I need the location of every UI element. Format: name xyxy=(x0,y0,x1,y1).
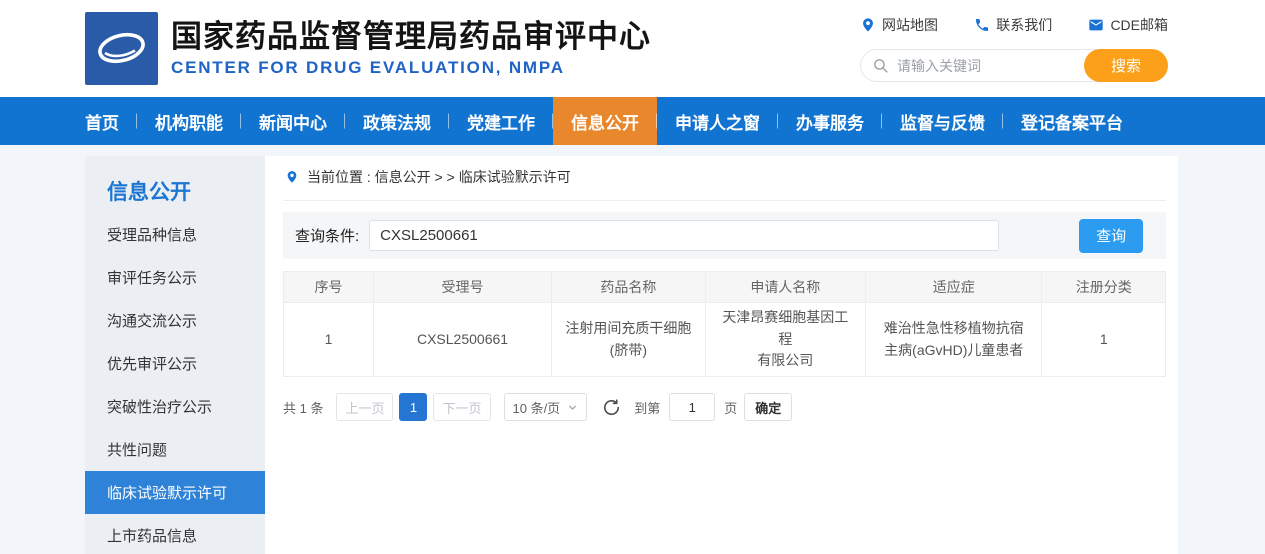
next-page-button[interactable]: 下一页 xyxy=(433,393,490,421)
nav-item-home[interactable]: 首页 xyxy=(67,97,137,145)
cell-indication: 难治性急性移植物抗宿 主病(aGvHD)儿童患者 xyxy=(866,303,1042,377)
cell-serial-number: 1 xyxy=(284,303,374,377)
col-serial-number: 序号 xyxy=(284,272,374,303)
pagination: 共 1 条 上一页 1 下一页 10 条/页 到第 页 确定 xyxy=(283,393,1166,421)
query-input[interactable] xyxy=(369,220,999,251)
main-panel: 当前位置 : 信息公开 > > 临床试验默示许可 查询条件: 查询 序号 受理号… xyxy=(265,156,1178,554)
sidebar-item-common-issues[interactable]: 共性问题 xyxy=(85,428,265,471)
contact-link-label: 联系我们 xyxy=(996,15,1052,35)
sidebar-item-clinical-trial-implied-license[interactable]: 临床试验默示许可 xyxy=(85,471,265,514)
pagination-total: 共 1 条 xyxy=(283,398,323,417)
brand-home-link[interactable]: 国家药品监督管理局药品审评中心 CENTER FOR DRUG EVALUATI… xyxy=(85,12,651,85)
sidebar-item-accepted-varieties[interactable]: 受理品种信息 xyxy=(85,213,265,256)
mailbox-link[interactable]: CDE邮箱 xyxy=(1088,15,1168,35)
nav-item-supervision-feedback[interactable]: 监督与反馈 xyxy=(882,97,1003,145)
cde-logo-icon xyxy=(85,12,158,85)
nav-item-news[interactable]: 新闻中心 xyxy=(241,97,345,145)
phone-icon xyxy=(974,17,990,33)
sitemap-link[interactable]: 网站地图 xyxy=(860,15,938,35)
table-header-row: 序号 受理号 药品名称 申请人名称 适应症 注册分类 xyxy=(284,272,1166,303)
nav-item-services[interactable]: 办事服务 xyxy=(778,97,882,145)
quick-links: 网站地图 联系我们 CDE邮箱 xyxy=(860,15,1168,35)
page-size-select[interactable]: 10 条/页 xyxy=(504,393,588,421)
nav-item-registration-platform[interactable]: 登记备案平台 xyxy=(1003,97,1141,145)
col-drug-name: 药品名称 xyxy=(552,272,705,303)
page-size-value: 10 条/页 xyxy=(513,398,561,417)
col-indication: 适应症 xyxy=(866,272,1042,303)
chevron-down-icon xyxy=(567,402,578,413)
sidebar-item-communication[interactable]: 沟通交流公示 xyxy=(85,299,265,342)
sidebar-item-breakthrough-therapy[interactable]: 突破性治疗公示 xyxy=(85,385,265,428)
sidebar-item-review-tasks[interactable]: 审评任务公示 xyxy=(85,256,265,299)
site-search: 搜索 xyxy=(860,49,1168,82)
site-subtitle: CENTER FOR DRUG EVALUATION, NMPA xyxy=(171,58,651,78)
sidebar-title: 信息公开 xyxy=(85,156,265,213)
cell-drug-name: 注射用间充质干细胞 (脐带) xyxy=(552,303,705,377)
main-nav: 首页 机构职能 新闻中心 政策法规 党建工作 信息公开 申请人之窗 办事服务 监… xyxy=(0,97,1265,145)
search-button[interactable]: 搜索 xyxy=(1084,49,1168,82)
query-button[interactable]: 查询 xyxy=(1079,219,1143,253)
location-pin-icon xyxy=(860,17,876,33)
nav-item-functions[interactable]: 机构职能 xyxy=(137,97,241,145)
query-label: 查询条件: xyxy=(295,225,359,246)
page-background: 信息公开 受理品种信息 审评任务公示 沟通交流公示 优先审评公示 突破性治疗公示… xyxy=(0,145,1265,554)
location-pin-icon xyxy=(285,169,299,185)
col-applicant-name: 申请人名称 xyxy=(705,272,866,303)
page-unit-label: 页 xyxy=(724,398,737,417)
contact-link[interactable]: 联系我们 xyxy=(974,15,1052,35)
nav-item-info-disclosure[interactable]: 信息公开 xyxy=(553,97,657,145)
breadcrumb-text: 当前位置 : 信息公开 > > 临床试验默示许可 xyxy=(307,167,571,187)
breadcrumb: 当前位置 : 信息公开 > > 临床试验默示许可 xyxy=(283,156,1166,201)
sitemap-link-label: 网站地图 xyxy=(882,15,938,35)
goto-label: 到第 xyxy=(634,398,660,417)
page-1-button[interactable]: 1 xyxy=(399,393,427,421)
site-title: 国家药品监督管理局药品审评中心 xyxy=(171,19,651,55)
site-titles: 国家药品监督管理局药品审评中心 CENTER FOR DRUG EVALUATI… xyxy=(171,19,651,79)
sidebar: 信息公开 受理品种信息 审评任务公示 沟通交流公示 优先审评公示 突破性治疗公示… xyxy=(85,156,265,554)
goto-page-input[interactable] xyxy=(669,393,715,421)
nav-item-policies[interactable]: 政策法规 xyxy=(345,97,449,145)
col-acceptance-number: 受理号 xyxy=(373,272,551,303)
query-panel: 查询条件: 查询 xyxy=(283,212,1166,259)
nav-item-party-building[interactable]: 党建工作 xyxy=(449,97,553,145)
results-table: 序号 受理号 药品名称 申请人名称 适应症 注册分类 1 CXSL2500661… xyxy=(283,271,1166,377)
cell-applicant-name: 天津昂赛细胞基因工程 有限公司 xyxy=(705,303,866,377)
refresh-icon[interactable] xyxy=(602,398,621,417)
mail-icon xyxy=(1088,17,1104,33)
search-icon xyxy=(872,57,889,74)
site-header: 国家药品监督管理局药品审评中心 CENTER FOR DRUG EVALUATI… xyxy=(0,0,1265,97)
col-registration-category: 注册分类 xyxy=(1042,272,1166,303)
sidebar-item-priority-review[interactable]: 优先审评公示 xyxy=(85,342,265,385)
nav-item-applicant-window[interactable]: 申请人之窗 xyxy=(657,97,778,145)
header-right: 网站地图 联系我们 CDE邮箱 搜索 xyxy=(860,15,1168,82)
sidebar-item-marketed-drug-info[interactable]: 上市药品信息 xyxy=(85,514,265,554)
content-wrapper: 信息公开 受理品种信息 审评任务公示 沟通交流公示 优先审评公示 突破性治疗公示… xyxy=(85,156,1178,554)
prev-page-button[interactable]: 上一页 xyxy=(336,393,393,421)
confirm-button[interactable]: 确定 xyxy=(744,393,792,421)
cell-registration-category: 1 xyxy=(1042,303,1166,377)
cell-acceptance-number: CXSL2500661 xyxy=(373,303,551,377)
mailbox-link-label: CDE邮箱 xyxy=(1110,15,1168,35)
table-row: 1 CXSL2500661 注射用间充质干细胞 (脐带) 天津昂赛细胞基因工程 … xyxy=(284,303,1166,377)
